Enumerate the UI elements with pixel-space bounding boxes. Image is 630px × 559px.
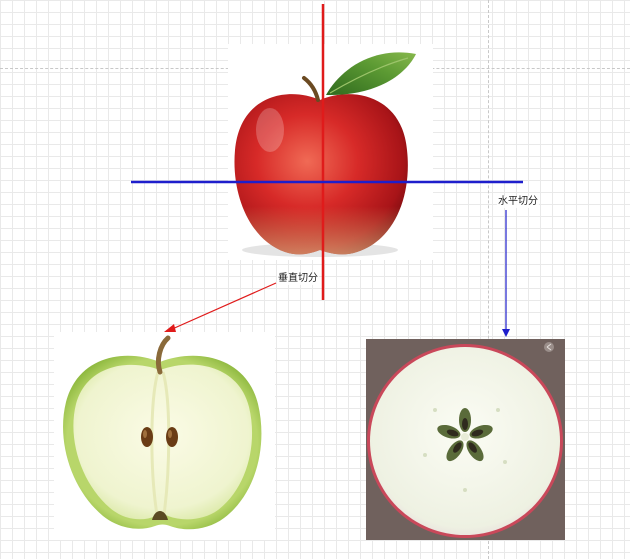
green-apple-half-photo: [54, 332, 275, 540]
horizontal-cut-label: 水平切分: [497, 196, 539, 208]
vertical-cut-arrow: [164, 282, 277, 332]
horizontal-cut-arrow: [502, 210, 510, 337]
apple-slice-photo: [366, 339, 565, 540]
vertical-cut-label: 垂直切分: [277, 273, 319, 285]
whole-apple-photo: [228, 44, 433, 260]
